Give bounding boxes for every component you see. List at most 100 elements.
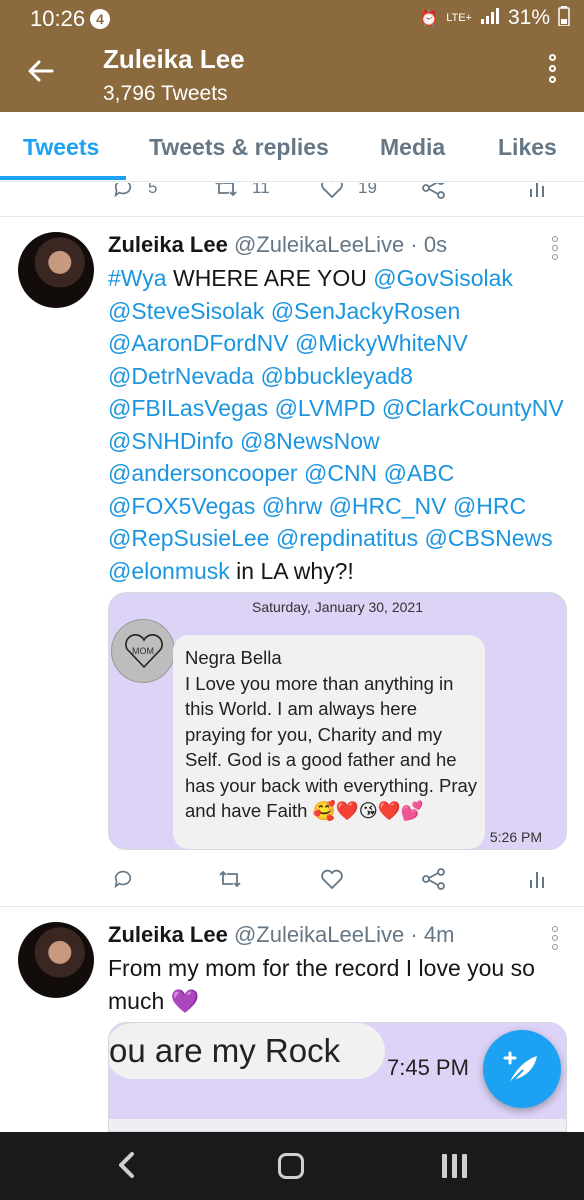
tweet-image[interactable]: Saturday, January 30, 2021 MOM Negra Bel… (108, 592, 567, 850)
battery-level: 31% (507, 6, 550, 29)
retweet-icon (219, 870, 241, 888)
tweet-text: #Wya WHERE ARE YOU @GovSisolak @SteveSis… (108, 262, 570, 587)
author-name[interactable]: Zuleika Lee (108, 232, 228, 257)
tweet-time: · 0s (410, 232, 448, 257)
tweet-text: From my mom for the record I love you so… (108, 955, 535, 1014)
retweet-icon (215, 183, 237, 197)
tweet-actions (0, 868, 584, 898)
analytics-icon (530, 872, 544, 888)
tweet-mention-link[interactable]: @elonmusk (108, 558, 230, 584)
message-strip (109, 1119, 566, 1131)
more-options-icon[interactable] (546, 54, 558, 90)
share-button[interactable] (422, 868, 446, 890)
contact-avatar-label: MOM (132, 646, 154, 656)
battery-icon (558, 6, 570, 30)
tweet-separator (0, 906, 584, 914)
heart-icon (321, 869, 343, 890)
tweet-mention-link[interactable]: @SteveSisolak (108, 298, 264, 324)
message-bubble: ou are my Rock (109, 1023, 385, 1079)
tweet-mention-link[interactable]: @GovSisolak (373, 265, 513, 291)
avatar[interactable] (18, 922, 94, 998)
tweet-mention-link[interactable]: @AaronDFordNV (108, 330, 289, 356)
tweet-header: Zuleika Lee @ZuleikaLeeLive · 4m (108, 922, 454, 948)
tweet-menu-icon[interactable] (552, 236, 560, 263)
tab-media[interactable]: Media (380, 134, 445, 161)
like-count: 19 (358, 183, 377, 197)
tweet-mention-link[interactable]: @repdinatitus (276, 525, 418, 551)
analytics-button[interactable] (527, 868, 547, 890)
analytics-icon (530, 183, 544, 197)
tweet-mention-link[interactable]: @CBSNews (425, 525, 553, 551)
alarm-icon: ⏰ (419, 10, 439, 27)
status-right: ⏰ LTE+ 31% (420, 6, 571, 30)
reply-button[interactable]: 5 (112, 183, 157, 199)
profile-header: Zuleika Lee 3,796 Tweets (0, 38, 584, 112)
compose-feather-icon (503, 1051, 537, 1085)
message-date: Saturday, January 30, 2021 (252, 599, 423, 615)
like-button[interactable] (320, 868, 344, 890)
tweet-mention-link[interactable]: @andersoncooper (108, 460, 298, 486)
message-text: Negra Bella I Love you more than anythin… (185, 647, 478, 821)
status-time: 10:26 (30, 6, 86, 31)
retweet-button[interactable] (218, 868, 242, 890)
message-bubble: Negra Bella I Love you more than anythin… (173, 635, 485, 849)
message-time: 5:26 PM (489, 829, 542, 845)
signal-icon (480, 8, 500, 28)
nav-home-icon[interactable] (278, 1153, 304, 1179)
tweet-separator (0, 216, 584, 224)
tweet-mention-link[interactable]: @CNN (304, 460, 377, 486)
tweet-text-segment: in LA why?! (229, 557, 354, 584)
network-label: LTE+ (446, 12, 472, 24)
nav-recents-icon[interactable] (442, 1154, 468, 1178)
compose-tweet-button[interactable] (483, 1030, 561, 1108)
author-handle[interactable]: @ZuleikaLeeLive (234, 922, 404, 947)
tweet-mention-link[interactable]: @8NewsNow (240, 428, 380, 454)
tweet-mention-link[interactable]: @HRC (453, 493, 526, 519)
tweet-mention-link[interactable]: @RepSusieLee (108, 525, 269, 551)
avatar[interactable] (18, 232, 94, 308)
tweet-mention-link[interactable]: @DetrNevada (108, 363, 254, 389)
tweet-menu-icon[interactable] (552, 926, 560, 953)
tweet-count: 3,796 Tweets (103, 82, 228, 105)
tab-tweets[interactable]: Tweets (23, 134, 99, 161)
tweet-mention-link[interactable]: @ClarkCountyNV (382, 395, 564, 421)
tweet-mention-link[interactable]: #Wya (108, 265, 167, 291)
tweet-mention-link[interactable]: @FBILasVegas (108, 395, 268, 421)
profile-name: Zuleika Lee (103, 44, 245, 74)
profile-tabs: Tweets Tweets & replies Media Likes (0, 112, 584, 182)
tweet-mention-link[interactable]: @LVMPD (275, 395, 376, 421)
tweet-mention-link[interactable]: @FOX5Vegas (108, 493, 255, 519)
tweet-mention-link[interactable]: @HRC_NV (329, 493, 447, 519)
reply-button[interactable] (112, 868, 134, 890)
retweet-count: 11 (252, 183, 270, 197)
tweet-mention-link[interactable]: @SenJackyRosen (271, 298, 461, 324)
tab-tweets-and-replies[interactable]: Tweets & replies (149, 134, 329, 161)
reply-count: 5 (148, 183, 158, 197)
tweet-header: Zuleika Lee @ZuleikaLeeLive · 0s (108, 232, 447, 258)
status-bar: 10:26 4 ⏰ LTE+ 31% (0, 0, 584, 38)
retweet-button[interactable]: 11 (214, 183, 270, 199)
author-handle[interactable]: @ZuleikaLeeLive (234, 232, 404, 257)
tweet-mention-link[interactable]: @bbuckleyad8 (260, 363, 413, 389)
author-name[interactable]: Zuleika Lee (108, 922, 228, 947)
tweet-mention-link[interactable]: @hrw (262, 493, 322, 519)
nav-back-icon[interactable] (116, 1150, 136, 1187)
active-tab-indicator (0, 176, 126, 180)
tab-likes[interactable]: Likes (498, 134, 557, 161)
system-nav-bar (0, 1132, 584, 1200)
share-button[interactable] (422, 183, 446, 199)
tweet-mention-link[interactable]: @SNHDinfo (108, 428, 234, 454)
reply-icon (114, 870, 132, 889)
message-time: 7:45 PM (387, 1055, 469, 1080)
share-icon (422, 183, 445, 199)
back-arrow-icon[interactable] (26, 56, 56, 94)
like-button[interactable]: 19 (320, 183, 377, 199)
tweet-mention-link[interactable]: @ABC (384, 460, 455, 486)
reply-icon (114, 183, 132, 198)
prev-tweet-actions: 5 11 19 (0, 183, 584, 205)
contact-avatar: MOM (111, 619, 175, 683)
tweet-text-segment: WHERE ARE YOU (166, 265, 374, 291)
analytics-button[interactable] (527, 183, 547, 199)
tweet-mention-link[interactable]: @MickyWhiteNV (295, 330, 468, 356)
tweet[interactable]: Zuleika Lee @ZuleikaLeeLive · 0s #Wya WH… (0, 224, 584, 904)
